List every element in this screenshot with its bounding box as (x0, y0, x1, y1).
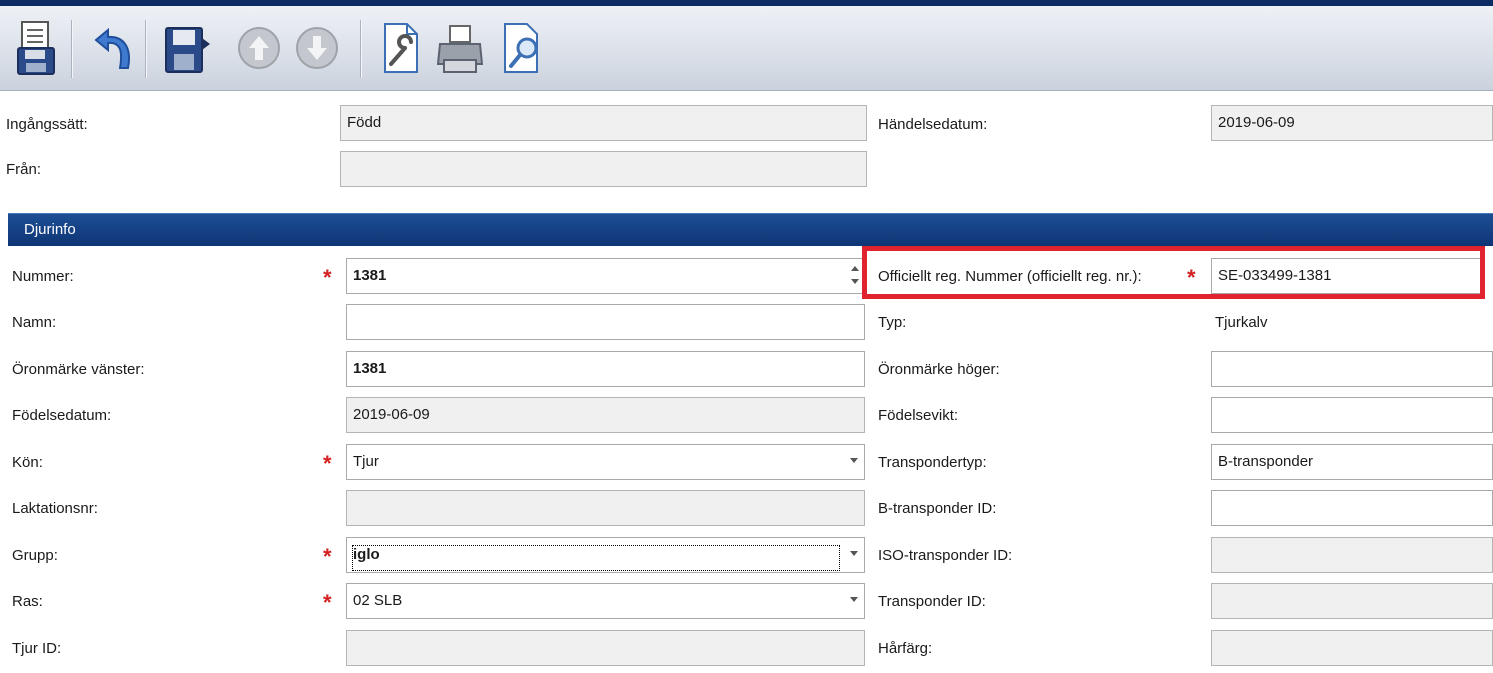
spin-buttons[interactable] (850, 264, 860, 288)
ear-left-label: Öronmärke vänster: (12, 361, 145, 378)
transponder-id-field (1211, 583, 1493, 619)
from-label: Från: (6, 161, 42, 178)
iso-transponder-id-label: ISO-transponder ID: (878, 547, 1013, 564)
transponder-id-label: Transponder ID: (878, 593, 986, 610)
sex-value: Tjur (353, 453, 379, 470)
transponder-type-label: Transpondertyp: (878, 454, 987, 471)
lactation-field (346, 490, 865, 526)
chevron-down-icon (850, 597, 858, 602)
undo-icon[interactable] (84, 18, 142, 78)
sex-select[interactable]: Tjur (346, 444, 865, 480)
section-header[interactable]: Djurinfo (8, 213, 1493, 246)
type-label: Typ: (878, 314, 907, 331)
highlight-box (862, 246, 1485, 299)
toolbar-separator (145, 20, 146, 78)
hair-color-label: Hårfärg: (878, 640, 933, 657)
nummer-label: Nummer: (12, 268, 74, 285)
birthdate-label: Födelsedatum: (12, 407, 112, 424)
focus-outline (352, 545, 840, 571)
required-mark: * (323, 265, 332, 290)
event-date-label: Händelsedatum: (878, 116, 988, 133)
ear-left-input[interactable]: 1381 (346, 351, 865, 387)
save-list-icon[interactable] (8, 18, 66, 78)
event-date-field: 2019-06-09 (1211, 105, 1493, 141)
required-mark: * (323, 590, 332, 615)
entry-field: Född (340, 105, 867, 141)
toolbar (0, 6, 1493, 91)
nummer-spinbox[interactable]: 1381 (346, 258, 865, 294)
toolbar-separator (360, 20, 361, 78)
chevron-down-icon (850, 551, 858, 556)
namn-label: Namn: (12, 314, 57, 331)
toolbar-separator (71, 20, 72, 78)
group-label: Grupp: (12, 547, 58, 564)
preview-icon[interactable] (494, 18, 552, 78)
nummer-value: 1381 (353, 267, 387, 284)
lactation-label: Laktationsnr: (12, 500, 98, 517)
breed-value: 02 SLB (353, 592, 403, 609)
bull-id-field (346, 630, 865, 666)
birthweight-input[interactable] (1211, 397, 1493, 433)
namn-input[interactable] (346, 304, 865, 340)
iso-transponder-id-field (1211, 537, 1493, 573)
print-icon[interactable] (432, 18, 490, 78)
hair-color-field (1211, 630, 1493, 666)
sex-label: Kön: (12, 454, 43, 471)
required-mark: * (323, 451, 332, 476)
up-icon[interactable] (230, 18, 288, 78)
from-field (340, 151, 867, 187)
birthweight-label: Födelsevikt: (878, 407, 959, 424)
save-next-icon[interactable] (158, 18, 216, 78)
settings-doc-icon[interactable] (372, 18, 430, 78)
bull-id-label: Tjur ID: (12, 640, 62, 657)
ear-right-input[interactable] (1211, 351, 1493, 387)
entry-label: Ingångssätt: (6, 116, 88, 133)
section-title: Djurinfo (24, 221, 76, 238)
b-transponder-id-label: B-transponder ID: (878, 500, 997, 517)
required-mark: * (323, 544, 332, 569)
type-value: Tjurkalv (1215, 314, 1268, 331)
chevron-down-icon (850, 458, 858, 463)
down-icon[interactable] (288, 18, 346, 78)
ear-right-label: Öronmärke höger: (878, 361, 1000, 378)
breed-label: Ras: (12, 593, 43, 610)
breed-select[interactable]: 02 SLB (346, 583, 865, 619)
birthdate-field: 2019-06-09 (346, 397, 865, 433)
b-transponder-id-input[interactable] (1211, 490, 1493, 526)
transponder-type-select[interactable]: B-transponder (1211, 444, 1493, 480)
